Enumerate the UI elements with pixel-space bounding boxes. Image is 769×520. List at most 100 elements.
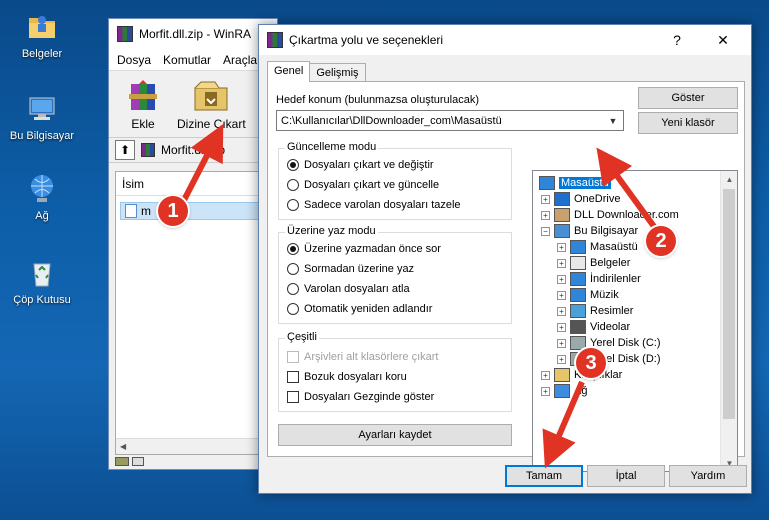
tab-advanced[interactable]: Gelişmiş	[309, 63, 366, 82]
documents-icon	[570, 256, 586, 270]
drive-icon	[115, 456, 129, 466]
horizontal-scrollbar[interactable]: ◀	[116, 438, 272, 454]
expand-icon[interactable]: +	[557, 274, 566, 284]
computer-icon	[554, 224, 570, 238]
add-button[interactable]: Ekle	[123, 78, 163, 131]
step-badge-3: 3	[576, 348, 606, 378]
menu-araclar[interactable]: Araçla	[223, 53, 257, 67]
checkbox[interactable]	[287, 371, 299, 383]
tree-node[interactable]: + İndirilenler	[557, 271, 641, 287]
radio-button[interactable]	[287, 283, 299, 295]
radio-button[interactable]	[287, 179, 299, 191]
tree-node[interactable]: + Ağ	[541, 383, 587, 399]
documents-folder-icon	[25, 10, 59, 44]
misc-option-show-in-explorer[interactable]: Dosyaları Gezginde göster	[287, 391, 434, 403]
scroll-up-icon[interactable]: ▲	[721, 171, 737, 187]
save-settings-button[interactable]: Ayarları kaydet	[278, 424, 512, 446]
winrar-app-icon	[267, 32, 283, 48]
overwrite-option-overwrite[interactable]: Sormadan üzerine yaz	[287, 263, 414, 275]
radio-button[interactable]	[287, 159, 299, 171]
radio-button[interactable]	[287, 199, 299, 211]
help-button[interactable]: ?	[657, 25, 697, 55]
column-header-name[interactable]: İsim	[116, 172, 272, 196]
expand-icon[interactable]: +	[541, 386, 550, 396]
option-label: Dosyaları çıkart ve değiştir	[304, 159, 434, 171]
option-label: Dosyaları çıkart ve güncelle	[304, 179, 440, 191]
file-name: m	[141, 204, 151, 218]
tree-node[interactable]: Masaüstü	[539, 175, 611, 191]
downloads-icon	[570, 272, 586, 286]
update-option-freshen[interactable]: Sadece varolan dosyaları tazele	[287, 199, 461, 211]
tree-node[interactable]: + Videolar	[557, 319, 630, 335]
expand-icon[interactable]: +	[541, 370, 550, 380]
winrar-titlebar[interactable]: Morfit.dll.zip - WinRA	[109, 19, 277, 49]
checkbox[interactable]	[287, 391, 299, 403]
up-folder-button[interactable]: ⬆	[115, 140, 135, 160]
desktop-documents[interactable]: Belgeler	[4, 10, 80, 60]
expand-icon[interactable]: +	[557, 258, 566, 268]
update-option-replace[interactable]: Dosyaları çıkart ve değiştir	[287, 159, 434, 171]
new-folder-button[interactable]: Yeni klasör	[638, 112, 738, 134]
destination-path-combobox[interactable]: C:\Kullanıcılar\DllDownloader_com\Masaüs…	[276, 110, 624, 131]
expand-icon[interactable]: +	[557, 322, 566, 332]
radio-button[interactable]	[287, 303, 299, 315]
desktop-recycle-bin[interactable]: Çöp Kutusu	[4, 256, 80, 306]
step-badge-1: 1	[158, 196, 188, 226]
collapse-icon[interactable]: −	[541, 226, 550, 236]
scrollbar-thumb[interactable]	[723, 189, 735, 419]
tree-node[interactable]: + DLL Downloader.com	[541, 207, 679, 223]
radio-button[interactable]	[287, 263, 299, 275]
update-option-update[interactable]: Dosyaları çıkart ve güncelle	[287, 179, 439, 191]
vertical-scrollbar[interactable]: ▲ ▼	[720, 171, 737, 471]
dialog-titlebar[interactable]: Çıkartma yolu ve seçenekleri ? ✕	[259, 25, 751, 55]
tree-node[interactable]: + Resimler	[557, 303, 633, 319]
overwrite-option-skip[interactable]: Varolan dosyaları atla	[287, 283, 410, 295]
menu-komutlar[interactable]: Komutlar	[163, 53, 211, 67]
option-label: Bozuk dosyaları koru	[304, 371, 407, 383]
expand-icon[interactable]: +	[557, 306, 566, 316]
expand-icon[interactable]: +	[541, 210, 550, 220]
desktop-network[interactable]: Ağ	[4, 172, 80, 222]
tree-node-label: Videolar	[590, 321, 631, 333]
tree-node[interactable]: + Belgeler	[557, 255, 630, 271]
show-button[interactable]: Göster	[638, 87, 738, 109]
desktop-this-pc[interactable]: Bu Bilgisayar	[4, 92, 80, 142]
expand-icon[interactable]: +	[557, 354, 566, 364]
tree-node[interactable]: + Yerel Disk (C:)	[557, 335, 661, 351]
overwrite-option-ask[interactable]: Üzerine yazmadan önce sor	[287, 243, 441, 255]
disk-icon	[570, 336, 586, 350]
chevron-down-icon[interactable]: ▼	[605, 113, 621, 128]
winrar-statusbar	[109, 453, 277, 469]
menu-dosya[interactable]: Dosya	[117, 53, 151, 67]
option-label: Sadece varolan dosyaları tazele	[304, 199, 461, 211]
close-button[interactable]: ✕	[703, 25, 743, 55]
overwrite-option-rename[interactable]: Otomatik yeniden adlandır	[287, 303, 432, 315]
tree-node[interactable]: + Müzik	[557, 287, 619, 303]
tree-node[interactable]: + Masaüstü	[557, 239, 638, 255]
help-text-button[interactable]: Yardım	[669, 465, 747, 487]
folder-tree[interactable]: Masaüstü + OneDrive + DLL Downloader.com − Bu …	[532, 170, 738, 472]
misc-group: Çeşitli Arşivleri alt klasörlere çıkart …	[278, 331, 512, 412]
winrar-pathbar: ⬆ Morfit.dll.zip	[109, 137, 277, 163]
list-item[interactable]: m	[120, 202, 272, 220]
libraries-icon	[554, 368, 570, 382]
tree-node[interactable]: + OneDrive	[541, 191, 620, 207]
tree-node[interactable]: − Bu Bilgisayar	[541, 223, 638, 239]
expand-icon[interactable]: +	[541, 194, 550, 204]
radio-button[interactable]	[287, 243, 299, 255]
desktop-icon	[539, 176, 555, 190]
tab-general[interactable]: Genel	[267, 61, 311, 82]
pictures-icon	[570, 304, 586, 318]
expand-icon[interactable]: +	[557, 242, 566, 252]
file-list[interactable]: İsim m ◀	[115, 171, 273, 455]
ok-button[interactable]: Tamam	[505, 465, 583, 487]
expand-icon[interactable]: +	[557, 338, 566, 348]
cancel-button[interactable]: İptal	[587, 465, 665, 487]
misc-option-keep-broken[interactable]: Bozuk dosyaları koru	[287, 371, 407, 383]
expand-icon[interactable]: +	[557, 290, 566, 300]
tree-node[interactable]: + Yerel Disk (D:)	[557, 351, 661, 367]
winrar-menubar: Dosya Komutlar Araçla	[109, 49, 277, 71]
extract-to-button[interactable]: Dizine Çıkart	[177, 78, 246, 131]
dialog-title: Çıkartma yolu ve seçenekleri	[289, 33, 444, 47]
option-label: Üzerine yazmadan önce sor	[304, 243, 441, 255]
